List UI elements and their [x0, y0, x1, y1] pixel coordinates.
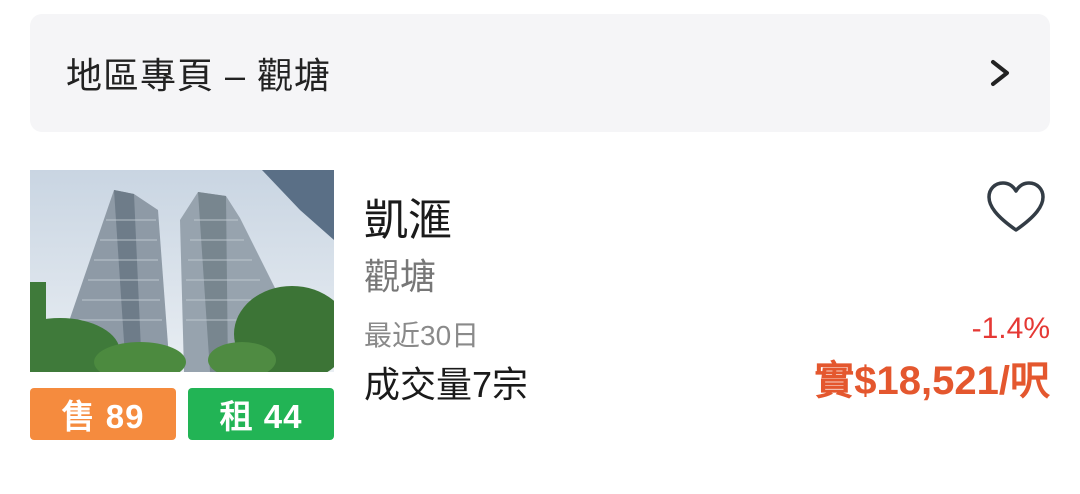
price-per-sqft: 實$18,521/呎 — [814, 359, 1050, 403]
chevron-right-icon — [986, 59, 1014, 87]
for-sale-badge[interactable]: 售 89 — [30, 388, 176, 440]
region-page-link[interactable]: 地區專頁 – 觀塘 — [30, 14, 1050, 132]
estate-card[interactable]: 售 89 租 44 凱滙 觀塘 最近30日 成交量7宗 -1.4% 實$18,5… — [30, 170, 1050, 460]
estate-photo[interactable] — [30, 170, 334, 372]
estate-name: 凱滙 — [364, 196, 452, 245]
transaction-volume: 成交量7宗 — [364, 364, 529, 405]
estate-district: 觀塘 — [364, 256, 437, 297]
region-page-title: 地區專頁 – 觀塘 — [66, 55, 332, 96]
period-label: 最近30日 — [364, 320, 480, 351]
heart-outline-icon[interactable] — [986, 180, 1046, 236]
price-change: -1.4% — [971, 312, 1050, 345]
for-rent-badge[interactable]: 租 44 — [188, 388, 334, 440]
